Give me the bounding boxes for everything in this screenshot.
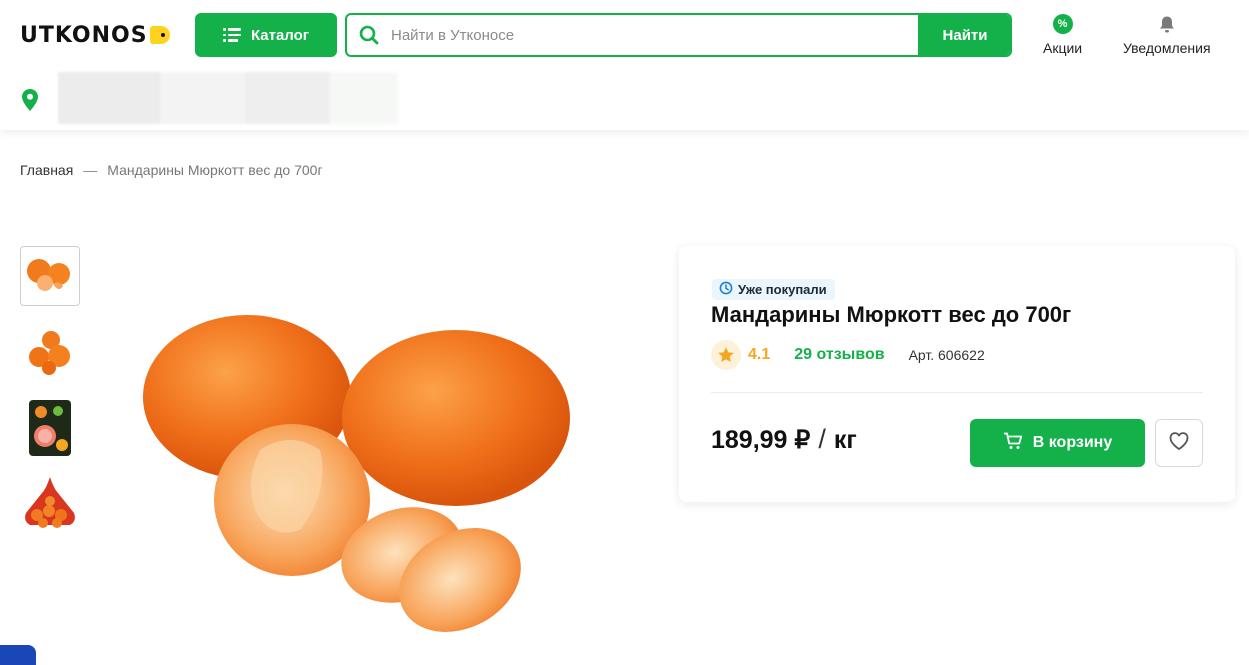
price-value: 189,99 ₽ (711, 426, 811, 454)
search-icon (347, 15, 391, 55)
location-pin-icon (22, 88, 38, 116)
notifications-label: Уведомления (1123, 40, 1211, 56)
thumbnail-4[interactable] (20, 474, 80, 534)
favorite-button[interactable] (1155, 419, 1203, 467)
notifications-link[interactable]: Уведомления (1123, 14, 1211, 56)
percent-icon: % (1052, 14, 1073, 34)
price-unit: кг (833, 426, 857, 454)
logo-duck-icon (149, 26, 170, 44)
product-main-image[interactable] (110, 300, 600, 650)
card-divider (711, 392, 1203, 393)
breadcrumb: Главная — Мандарины Мюркотт вес до 700г (20, 162, 323, 178)
star-icon (711, 340, 741, 370)
product-card: Уже покупали Мандарины Мюркотт вес до 70… (679, 246, 1235, 502)
logo-text: UTKONOS (20, 22, 148, 48)
heart-icon (1168, 431, 1190, 456)
product-title: Мандарины Мюркотт вес до 700г (711, 302, 1072, 327)
search-input[interactable] (391, 15, 918, 55)
already-bought-badge: Уже покупали (712, 279, 835, 300)
promo-label: Акции (1043, 40, 1083, 56)
history-icon (719, 281, 733, 298)
cart-button-label: В корзину (1032, 434, 1113, 451)
chat-widget-tab[interactable] (0, 645, 36, 665)
thumbnail-2[interactable] (20, 322, 80, 382)
catalog-list-icon (222, 28, 241, 42)
rating-row: 4.1 29 отзывов Арт. 606622 (711, 340, 985, 370)
breadcrumb-home[interactable]: Главная (20, 162, 73, 178)
site-header: UTKONOS Каталог Найти % Акции Уведомлени… (0, 0, 1249, 130)
bell-icon (1157, 14, 1177, 34)
catalog-button[interactable]: Каталог (195, 13, 337, 57)
thumbnail-3[interactable] (20, 398, 80, 458)
reviews-link[interactable]: 29 отзывов (794, 346, 884, 364)
thumbnail-1[interactable] (20, 246, 80, 306)
thumbnail-list (20, 246, 80, 534)
catalog-label: Каталог (250, 26, 310, 44)
badge-label: Уже покупали (738, 282, 827, 297)
address-redacted (58, 72, 398, 124)
search-button[interactable]: Найти (918, 15, 1010, 55)
search-bar: Найти (345, 13, 1012, 57)
add-to-cart-button[interactable]: В корзину (970, 419, 1145, 467)
price: 189,99 ₽ / кг (711, 424, 857, 455)
price-slash: / (818, 424, 826, 454)
promo-link[interactable]: % Акции (1043, 14, 1082, 56)
breadcrumb-current: Мандарины Мюркотт вес до 700г (107, 162, 323, 178)
breadcrumb-separator: — (83, 162, 98, 178)
delivery-address[interactable] (22, 72, 398, 124)
site-logo[interactable]: UTKONOS (20, 22, 170, 48)
rating-value: 4.1 (748, 346, 771, 363)
article-number: Арт. 606622 (908, 347, 985, 363)
cart-icon (1003, 432, 1023, 455)
